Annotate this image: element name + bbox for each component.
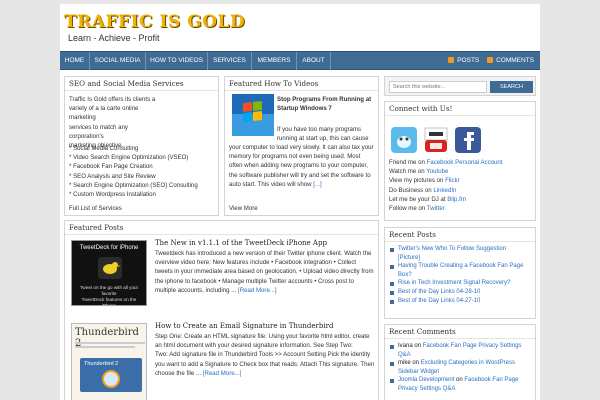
post-excerpt-tweetdeck: Tweetdeck has introduced a new version o… (155, 250, 374, 294)
youtube-link[interactable]: Youtube (426, 168, 448, 175)
flickr-link[interactable]: Flickr (445, 177, 460, 184)
connect-row-twitter: Follow me on Twitter (389, 205, 445, 213)
linkedin-link[interactable]: LinkedIn (433, 187, 456, 194)
full-services-link[interactable]: Full List of Services (69, 204, 122, 213)
seo-intro: Traffic Is Gold offers its clients a vari… (69, 96, 156, 150)
thunderbird-thumbnail[interactable]: Thunderbird 2 Thunderbird 2 (71, 323, 147, 400)
facebook-icon[interactable] (455, 127, 481, 153)
site-logo[interactable]: TRAFFIC IS GOLD (64, 12, 245, 32)
twitter-icon[interactable] (391, 127, 417, 153)
list-item[interactable]: Rise in Tech Investment Signal Recovery? (389, 279, 535, 288)
windows-video-thumbnail[interactable] (232, 94, 274, 136)
tweetdeck-thumbnail[interactable]: TweetDeck for iPhone Tweet on the go wit… (71, 240, 147, 308)
blip-link[interactable]: Blip.fm (447, 196, 466, 203)
connect-row-facebook: Friend me on Facebook Personal Account (389, 159, 503, 166)
nav-item-members[interactable]: MEMBERS (252, 52, 297, 70)
youtube-icon[interactable] (423, 126, 449, 154)
recent-comments-list: Ivana on Facebook Fan Page Privacy Setti… (389, 342, 535, 394)
search-box: SEARCH (384, 76, 536, 96)
post-title-thunderbird[interactable]: How to Create an Email Signature in Thun… (155, 322, 333, 331)
recent-comments-title: Recent Comments (385, 325, 535, 339)
comments-feed-link[interactable]: COMMENTS (496, 57, 534, 64)
twitter-link[interactable]: Twitter (427, 205, 445, 212)
featured-video-excerpt-top: If you have too many programs running at … (277, 126, 369, 143)
list-item[interactable]: Best of the Day Links 04-28-10 (389, 288, 535, 297)
nav-item-how-to-videos[interactable]: HOW TO VIDEOS (146, 52, 208, 70)
list-item[interactable]: Joomla Development on Facebook Fan Page P… (389, 376, 535, 393)
connect-row-linkedin: Do Business on LinkedIn (389, 186, 457, 194)
seo-services-title: SEO and Social Media Services (65, 77, 218, 91)
post-title-tweetdeck[interactable]: The New in v1.1.1 of the TweetDeck iPhon… (155, 239, 327, 248)
nav-item-social-media[interactable]: SOCIAL MEDIA (90, 52, 146, 70)
featured-posts-box: Featured Posts TweetDeck for iPhone Twee… (64, 220, 379, 400)
connect-row-youtube: Watch me on Youtube (389, 168, 449, 176)
featured-videos-title: Featured How To Videos (225, 77, 378, 91)
recent-posts-widget: Recent Posts Twitter's New Who To Follow… (384, 227, 536, 319)
tweetdeck-bird-icon (98, 257, 122, 279)
featured-video-more-link[interactable]: [...] (313, 181, 321, 188)
view-more-link[interactable]: View More (229, 204, 258, 213)
list-item[interactable]: mike on Excluding Categories in WordPres… (389, 359, 535, 376)
connect-title: Connect with Us! (385, 102, 535, 116)
list-item[interactable]: Ivana on Facebook Fan Page Privacy Setti… (389, 342, 535, 359)
main-nav: HOME SOCIAL MEDIA HOW TO VIDEOS SERVICES… (60, 51, 540, 70)
connect-row-flickr: View my pictures on Flickr (389, 177, 460, 185)
recent-posts-title: Recent Posts (385, 228, 535, 242)
featured-videos-box: Featured How To Videos Stop Programs Fro… (224, 76, 379, 216)
connect-widget: Connect with Us! Friend me on Facebook P… (384, 101, 536, 221)
read-more-tweetdeck[interactable]: [Read More...] (238, 287, 277, 294)
nav-item-about[interactable]: ABOUT (297, 52, 331, 70)
facebook-profile-link[interactable]: Facebook Personal Account (427, 159, 503, 166)
site-header: TRAFFIC IS GOLD Learn - Achieve - Profit (60, 4, 540, 50)
list-item[interactable]: Best of the Day Links 04-27-10 (389, 297, 535, 306)
featured-video-title[interactable]: Stop Programs From Running at Startup Win… (277, 95, 377, 113)
recent-posts-list: Twitter's New Who To Follow Suggestion [P… (389, 245, 535, 305)
seo-services-box: SEO and Social Media Services Traffic Is… (64, 76, 219, 216)
featured-posts-title: Featured Posts (65, 221, 378, 235)
nav-item-home[interactable]: HOME (60, 52, 90, 70)
featured-video-excerpt: your computer to load very slowly. It ca… (229, 144, 374, 188)
list-item[interactable]: Twitter's New Who To Follow Suggestion [P… (389, 245, 535, 262)
connect-links: Friend me on Facebook Personal Account W… (389, 158, 535, 213)
site-tagline: Learn - Achieve - Profit (68, 33, 160, 43)
nav-feeds: POSTS COMMENTS (442, 52, 534, 70)
connect-row-blip: Let me be your DJ at Blip.fm (389, 195, 466, 203)
rss-icon (487, 57, 494, 64)
posts-feed-link[interactable]: POSTS (457, 57, 479, 64)
page-wrapper: TRAFFIC IS GOLD Learn - Achieve - Profit… (60, 4, 540, 400)
search-input[interactable] (389, 81, 487, 93)
nav-item-services[interactable]: SERVICES (208, 52, 252, 70)
read-more-thunderbird[interactable]: [Read More...] (203, 370, 242, 377)
recent-comments-widget: Recent Comments Ivana on Facebook Fan Pa… (384, 324, 536, 400)
thunderbird-box-image: Thunderbird 2 (80, 358, 142, 392)
rss-icon (448, 57, 455, 64)
post-excerpt-thunderbird: Step One: Create an HTML signature file:… (155, 333, 375, 377)
seo-services-list: * Social Media Consulting * Video Search … (69, 145, 198, 199)
search-button[interactable]: SEARCH (490, 81, 533, 93)
list-item[interactable]: Having Trouble Creating a Facebook Fan P… (389, 262, 535, 279)
